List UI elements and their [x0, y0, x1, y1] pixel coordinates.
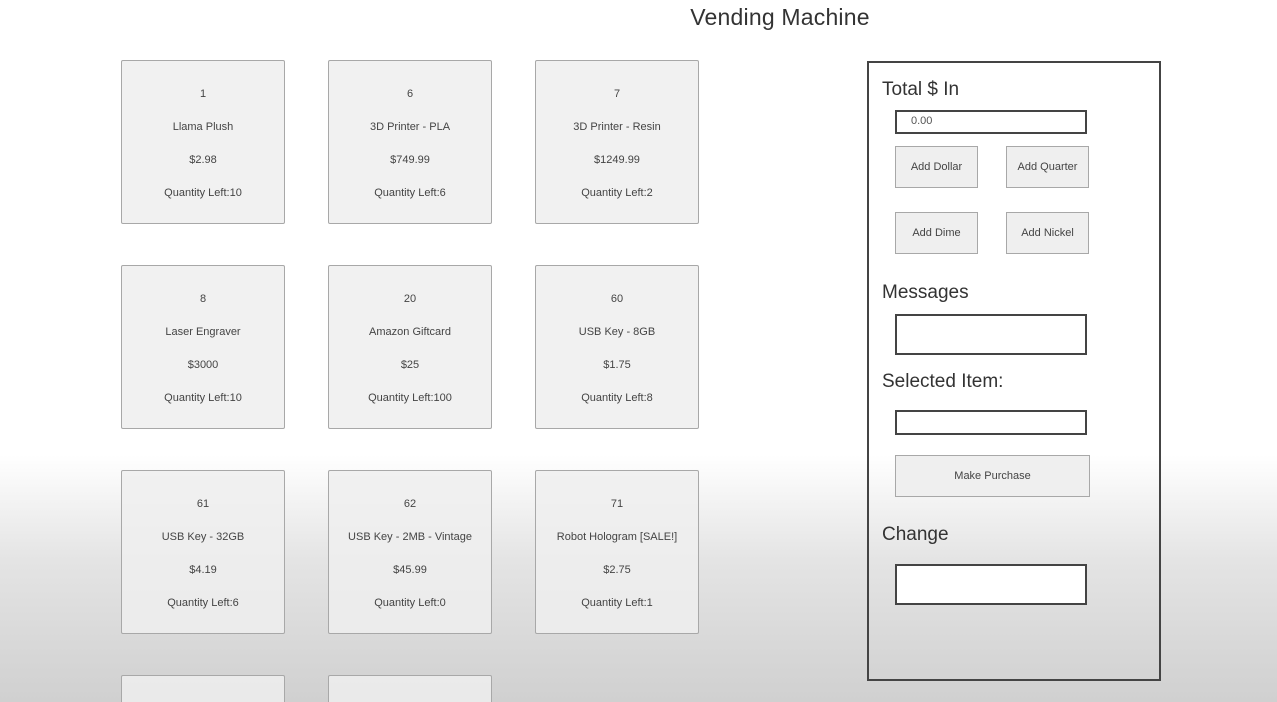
item-card[interactable]: 7 3D Printer - Resin $1249.99 Quantity L… — [535, 60, 699, 224]
item-id: 7 — [613, 88, 621, 100]
item-name: Amazon Giftcard — [369, 326, 451, 338]
item-name: USB Key - 8GB — [578, 326, 656, 338]
add-nickel-button[interactable]: Add Nickel — [1006, 212, 1089, 254]
add-quarter-button[interactable]: Add Quarter — [1006, 146, 1089, 188]
item-id: 20 — [403, 293, 417, 305]
item-quantity: Quantity Left:6 — [167, 597, 239, 609]
item-name: USB Key - 32GB — [161, 531, 245, 543]
item-price: $749.99 — [390, 154, 430, 166]
item-card[interactable]: 60 USB Key - 8GB $1.75 Quantity Left:8 — [535, 265, 699, 429]
add-dollar-button[interactable]: Add Dollar — [895, 146, 978, 188]
item-card-partial[interactable] — [121, 675, 285, 702]
item-name: 3D Printer - Resin — [573, 121, 661, 133]
item-id: 71 — [610, 498, 624, 510]
item-quantity: Quantity Left:1 — [581, 597, 653, 609]
item-quantity: Quantity Left:10 — [164, 392, 242, 404]
add-dime-button[interactable]: Add Dime — [895, 212, 978, 254]
items-grid: 1 Llama Plush $2.98 Quantity Left:10 6 3… — [121, 60, 701, 702]
item-price: $1.75 — [603, 359, 631, 371]
item-card[interactable]: 8 Laser Engraver $3000 Quantity Left:10 — [121, 265, 285, 429]
item-name: Robot Hologram [SALE!] — [556, 531, 678, 543]
item-card[interactable]: 61 USB Key - 32GB $4.19 Quantity Left:6 — [121, 470, 285, 634]
item-id: 61 — [196, 498, 210, 510]
vending-control-panel: Total $ In 0.00 Add Dollar Add Quarter A… — [867, 61, 1161, 681]
item-card[interactable]: 1 Llama Plush $2.98 Quantity Left:10 — [121, 60, 285, 224]
change-field — [895, 564, 1087, 605]
item-price: $45.99 — [393, 564, 427, 576]
item-price: $1249.99 — [594, 154, 640, 166]
item-id: 8 — [199, 293, 207, 305]
item-name: USB Key - 2MB - Vintage — [348, 531, 472, 543]
item-name: 3D Printer - PLA — [369, 121, 451, 133]
item-id: 62 — [403, 498, 417, 510]
change-label: Change — [882, 524, 949, 545]
item-price: $2.75 — [603, 564, 631, 576]
make-purchase-button[interactable]: Make Purchase — [895, 455, 1090, 497]
item-id: 6 — [406, 88, 414, 100]
item-price: $25 — [400, 359, 420, 371]
item-quantity: Quantity Left:2 — [581, 187, 653, 199]
item-price: $3000 — [187, 359, 219, 371]
item-quantity: Quantity Left:0 — [374, 597, 446, 609]
messages-field — [895, 314, 1087, 355]
item-id: 60 — [610, 293, 624, 305]
item-quantity: Quantity Left:100 — [368, 392, 452, 404]
selected-item-label: Selected Item: — [882, 371, 1004, 392]
item-id: 1 — [199, 88, 207, 100]
item-card[interactable]: 20 Amazon Giftcard $25 Quantity Left:100 — [328, 265, 492, 429]
item-card[interactable]: 71 Robot Hologram [SALE!] $2.75 Quantity… — [535, 470, 699, 634]
item-name: Llama Plush — [172, 121, 234, 133]
total-in-field: 0.00 — [895, 110, 1087, 134]
item-quantity: Quantity Left:8 — [581, 392, 653, 404]
item-price: $4.19 — [189, 564, 217, 576]
messages-label: Messages — [882, 282, 969, 303]
item-quantity: Quantity Left:10 — [164, 187, 242, 199]
item-quantity: Quantity Left:6 — [374, 187, 446, 199]
item-price: $2.98 — [189, 154, 217, 166]
selected-item-field[interactable] — [895, 410, 1087, 435]
item-card[interactable]: 62 USB Key - 2MB - Vintage $45.99 Quanti… — [328, 470, 492, 634]
page-title: Vending Machine — [690, 4, 870, 30]
item-card[interactable]: 6 3D Printer - PLA $749.99 Quantity Left… — [328, 60, 492, 224]
item-card-partial[interactable] — [328, 675, 492, 702]
total-in-label: Total $ In — [882, 79, 960, 100]
item-name: Laser Engraver — [165, 326, 241, 338]
